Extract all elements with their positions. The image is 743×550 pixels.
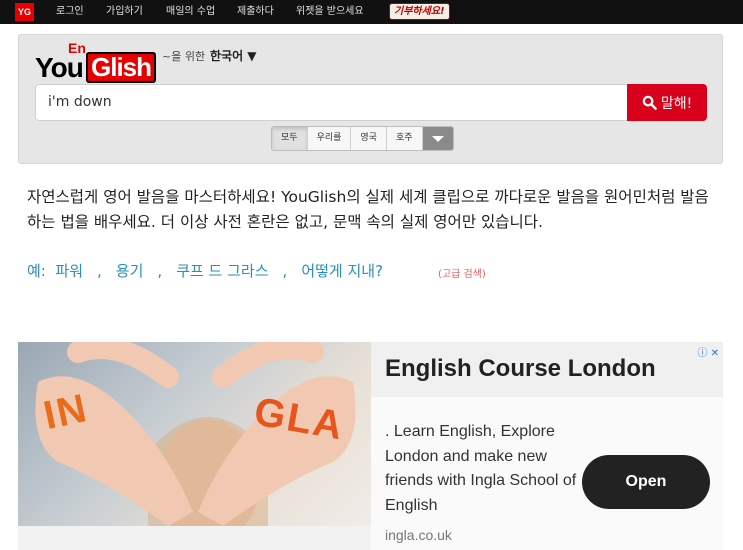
example-link[interactable]: 쿠프 드 그라스 — [176, 262, 268, 280]
youglish-logo[interactable]: You En Glish — [35, 40, 163, 85]
nav-submit[interactable]: 제출하다 — [237, 5, 274, 19]
tab-all[interactable]: 모두 — [272, 127, 308, 150]
say-it-label: 말해! — [660, 95, 693, 112]
yg-logo[interactable]: YG — [15, 3, 34, 21]
examples-row: 예: 파워, 용기, 쿠프 드 그라스, 어떻게 지내? — [27, 260, 383, 282]
language-prefix: ~을 위한 — [162, 50, 206, 63]
nav-signup[interactable]: 가입하기 — [106, 5, 143, 19]
donate-button[interactable]: 기부하세요! — [389, 3, 450, 20]
ad-open-button[interactable]: Open — [582, 455, 710, 509]
example-link[interactable]: 어떻게 지내? — [301, 262, 383, 280]
ad-domain: ingla.co.uk — [385, 527, 452, 543]
logo-glish-text: Glish — [86, 52, 157, 83]
language-select[interactable]: 한국어 ▼ — [210, 47, 257, 64]
caret-down-icon — [431, 135, 444, 142]
tab-us[interactable]: 우리를 — [308, 127, 352, 150]
search-panel: You En Glish ~을 위한 한국어 ▼ i'm down 말해! 모두… — [18, 34, 723, 164]
top-nav: YG 로그인 가입하기 매일의 수업 제출하다 위젯을 받으세요 기부하세요! — [0, 0, 743, 24]
search-icon — [642, 95, 657, 110]
ad-description: . Learn English, Explore London and make… — [385, 423, 577, 514]
ad-image[interactable]: IN GLA — [18, 342, 371, 526]
intro-text: 자연스럽게 영어 발음을 마스터하세요! YouGlish의 실제 세계 클립으… — [27, 188, 709, 231]
advanced-search-link[interactable]: (고급 검색) — [438, 265, 486, 280]
ad-image-footer — [18, 526, 371, 550]
ad-content[interactable]: English Course London ⓘ ✕ . Learn Englis… — [371, 342, 723, 550]
advertisement[interactable]: IN GLA English Course London ⓘ ✕ . Learn… — [18, 342, 723, 550]
ad-title[interactable]: English Course London — [385, 355, 656, 383]
example-link[interactable]: 용기 — [116, 262, 144, 280]
tab-aus[interactable]: 호주 — [387, 127, 423, 150]
more-accents-button[interactable] — [422, 127, 453, 150]
nav-get-widget[interactable]: 위젯을 받으세요 — [296, 5, 364, 19]
logo-en-text: En — [68, 40, 86, 56]
nav-daily-lessons[interactable]: 매일의 수업 — [166, 5, 215, 19]
accent-tabs: 모두 우리를 영국 호주 — [271, 126, 454, 151]
image-text-left: IN — [39, 385, 92, 439]
example-link[interactable]: 파워 — [55, 262, 83, 280]
nav-login[interactable]: 로그인 — [56, 5, 84, 19]
tab-uk[interactable]: 영국 — [351, 127, 387, 150]
examples-label: 예: — [27, 262, 46, 280]
search-input[interactable]: i'm down — [35, 84, 628, 121]
say-it-button[interactable]: 말해! — [627, 84, 707, 121]
separator: , — [282, 262, 288, 280]
separator: , — [97, 262, 102, 280]
logo-you-text: You — [35, 52, 84, 83]
separator: , — [157, 262, 163, 280]
ad-choices-icon[interactable]: ⓘ ✕ — [697, 344, 719, 359]
